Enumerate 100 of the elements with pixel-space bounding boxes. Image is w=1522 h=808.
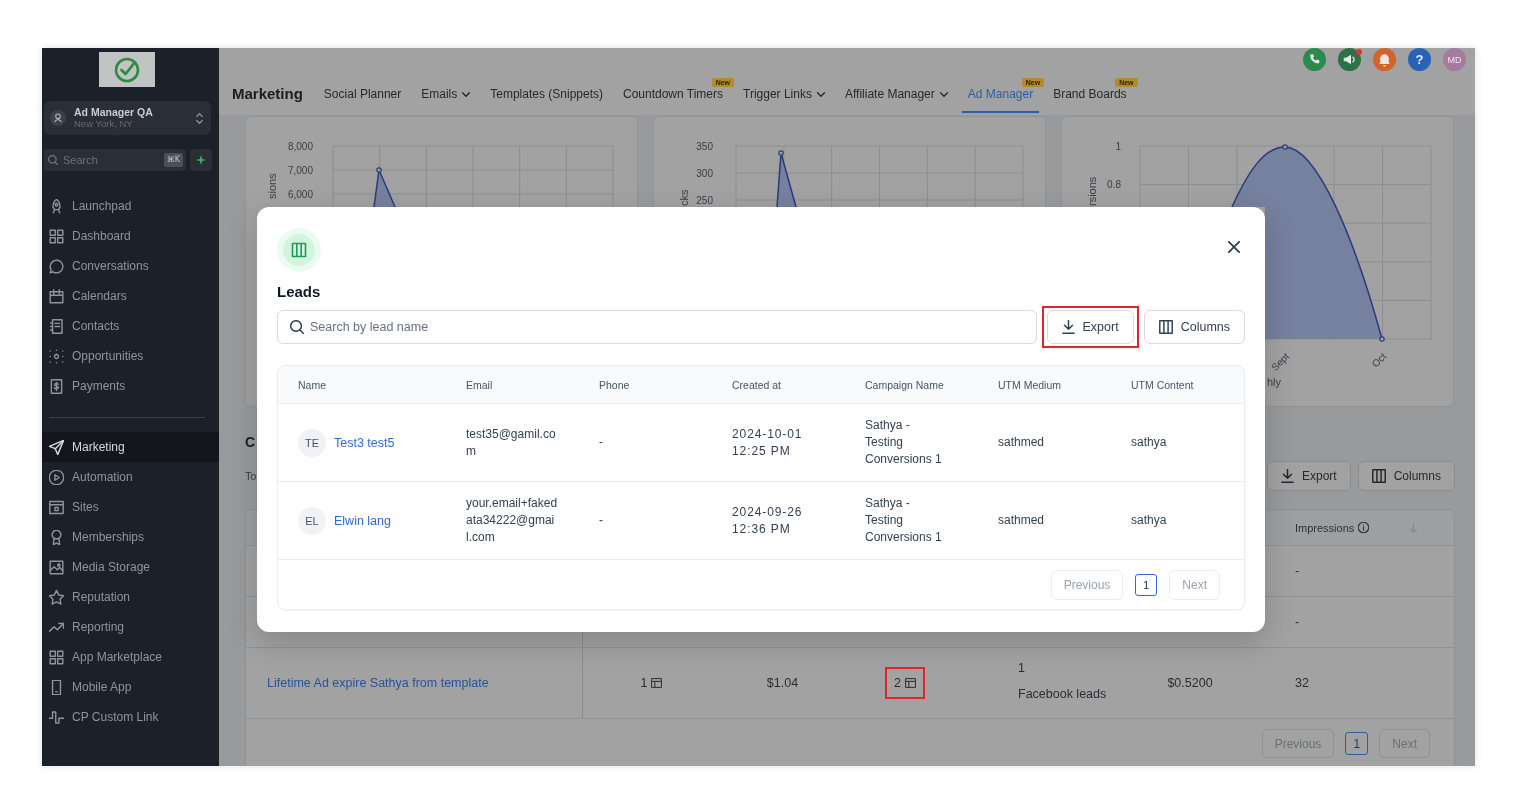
axis-tick-label: 7,000 — [287, 164, 313, 176]
export-button[interactable]: Export — [1046, 310, 1134, 344]
columns-icon — [277, 228, 321, 272]
dot-pattern-icon — [49, 348, 64, 364]
nav-item[interactable]: Reporting — [42, 612, 219, 642]
axis-tick-label: 0.8 — [1107, 179, 1121, 191]
leads-count-button[interactable]: 2 — [894, 676, 916, 690]
column-header: Created at — [732, 378, 783, 391]
campaign-name: Sathya - Testing Conversions 1 — [865, 417, 943, 468]
search-field[interactable]: Search ⌘K — [44, 149, 186, 171]
browser-window-icon — [49, 499, 64, 515]
axis-tick-label: 1 — [1115, 140, 1121, 152]
axis-title: cks — [678, 189, 690, 206]
value-text: $1.04 — [766, 676, 799, 690]
nav-tab[interactable]: Affiliate Manager — [838, 82, 954, 113]
nav-tab[interactable]: Emails — [415, 82, 477, 113]
column-header: Email — [466, 378, 494, 391]
nav-item[interactable]: Mobile App — [42, 672, 219, 702]
page-button[interactable]: 1 — [1345, 732, 1369, 755]
export-button[interactable]: Export — [1266, 461, 1351, 491]
data-point — [778, 150, 784, 156]
nav-item[interactable]: Memberships — [42, 522, 219, 552]
axis-title: sions — [266, 173, 278, 199]
value-text: $0.5200 — [1167, 676, 1213, 690]
lead-name-link[interactable]: Test3 test5 — [334, 435, 395, 450]
star-icon — [49, 589, 64, 605]
nav-item[interactable]: App Marketplace — [42, 642, 219, 672]
search-input[interactable]: Search — [63, 154, 159, 166]
phone-text: - — [599, 434, 603, 451]
utm-content-text: sathya — [1131, 434, 1167, 451]
nav-tab[interactable]: Social Planner — [317, 82, 408, 113]
award-icon — [49, 529, 64, 545]
phone-icon[interactable] — [1303, 48, 1326, 71]
column-header: UTM Medium — [998, 378, 1062, 391]
close-icon[interactable] — [1228, 241, 1240, 253]
phone-text: - — [599, 512, 603, 529]
dollar-document-icon — [49, 378, 64, 394]
modal-title: Leads — [277, 284, 322, 300]
result-type: Facebook leads — [1018, 687, 1107, 701]
campaign-name: Sathya - Testing Conversions 1 — [865, 495, 943, 546]
ai-button[interactable] — [190, 149, 212, 171]
date-text: 2024-10-01 12:25 PM — [732, 425, 804, 460]
megaphone-icon[interactable] — [1338, 48, 1361, 71]
axis-tick-label: 8,000 — [287, 140, 313, 152]
nav-tab[interactable]: Templates (Snippets) — [484, 82, 609, 113]
help-button[interactable]: ? — [1408, 48, 1431, 71]
utm-medium-text: sathmed — [998, 434, 1045, 451]
info-icon[interactable] — [1358, 522, 1370, 533]
column-header: Name — [298, 378, 327, 391]
columns-icon — [1158, 320, 1173, 334]
nav-item[interactable]: Dashboard — [42, 221, 219, 251]
chat-bubble-icon — [49, 258, 64, 274]
axis-title: hly — [1267, 376, 1282, 388]
page-button[interactable]: 1 — [1135, 573, 1158, 596]
user-avatar[interactable]: MD — [1443, 48, 1466, 71]
axis-tick-label: 250 — [696, 194, 713, 206]
nav-item[interactable]: Opportunities — [42, 341, 219, 371]
image-icon — [49, 559, 64, 575]
lead-name-link[interactable]: Elwin lang — [334, 513, 391, 528]
section-title: C — [245, 433, 257, 452]
axis-title: rsions — [1086, 176, 1098, 206]
impressions-value: - — [1295, 564, 1300, 578]
mobile-phone-icon — [49, 679, 64, 695]
nav-item[interactable]: Payments — [42, 371, 219, 401]
nav-item[interactable]: Calendars — [42, 281, 219, 311]
column-header: UTM Content — [1131, 378, 1195, 391]
nav-item[interactable]: Launchpad — [42, 191, 219, 221]
rocket-icon — [49, 198, 64, 214]
nav-item[interactable]: Contacts — [42, 311, 219, 341]
nav-item[interactable]: Sites — [42, 492, 219, 522]
calendar-icon — [49, 288, 64, 304]
notification-dot — [1356, 49, 1362, 55]
impressions-value: 32 — [1295, 676, 1309, 690]
column-header: Impressions — [1295, 521, 1355, 534]
nav-item[interactable]: Automation — [42, 462, 219, 492]
nav-item[interactable]: Marketing — [42, 432, 219, 462]
download-icon — [1061, 320, 1075, 334]
notebook-icon — [49, 318, 64, 334]
columns-button[interactable]: Columns — [1143, 310, 1245, 344]
search-input[interactable]: Search by lead name — [310, 320, 1024, 334]
campaign-name-link[interactable]: Lifetime Ad expire Sathya from template — [267, 676, 489, 690]
axis-tick-label: Oct — [1369, 350, 1389, 370]
search-field[interactable]: Search by lead name — [277, 310, 1037, 344]
grid-icon — [49, 649, 64, 665]
avatar-initials: TE — [298, 428, 326, 457]
data-point — [1379, 336, 1385, 342]
leads-count-button[interactable]: 1 — [640, 676, 663, 690]
columns-button[interactable]: Columns — [1357, 461, 1455, 491]
utm-content-text: sathya — [1131, 512, 1167, 529]
user-icon — [50, 110, 66, 126]
column-header: Phone — [599, 378, 631, 391]
download-icon — [1280, 469, 1294, 483]
nav-item[interactable]: Conversations — [42, 251, 219, 281]
page-title: Marketing — [232, 84, 303, 102]
nav-item[interactable]: Media Storage — [42, 552, 219, 582]
nav-tab[interactable]: Trigger Links — [737, 82, 831, 113]
nav-item[interactable]: CP Custom Link — [42, 702, 219, 732]
bell-icon[interactable] — [1373, 48, 1396, 71]
axis-tick-label: 6,000 — [287, 188, 313, 200]
nav-item[interactable]: Reputation — [42, 582, 219, 612]
